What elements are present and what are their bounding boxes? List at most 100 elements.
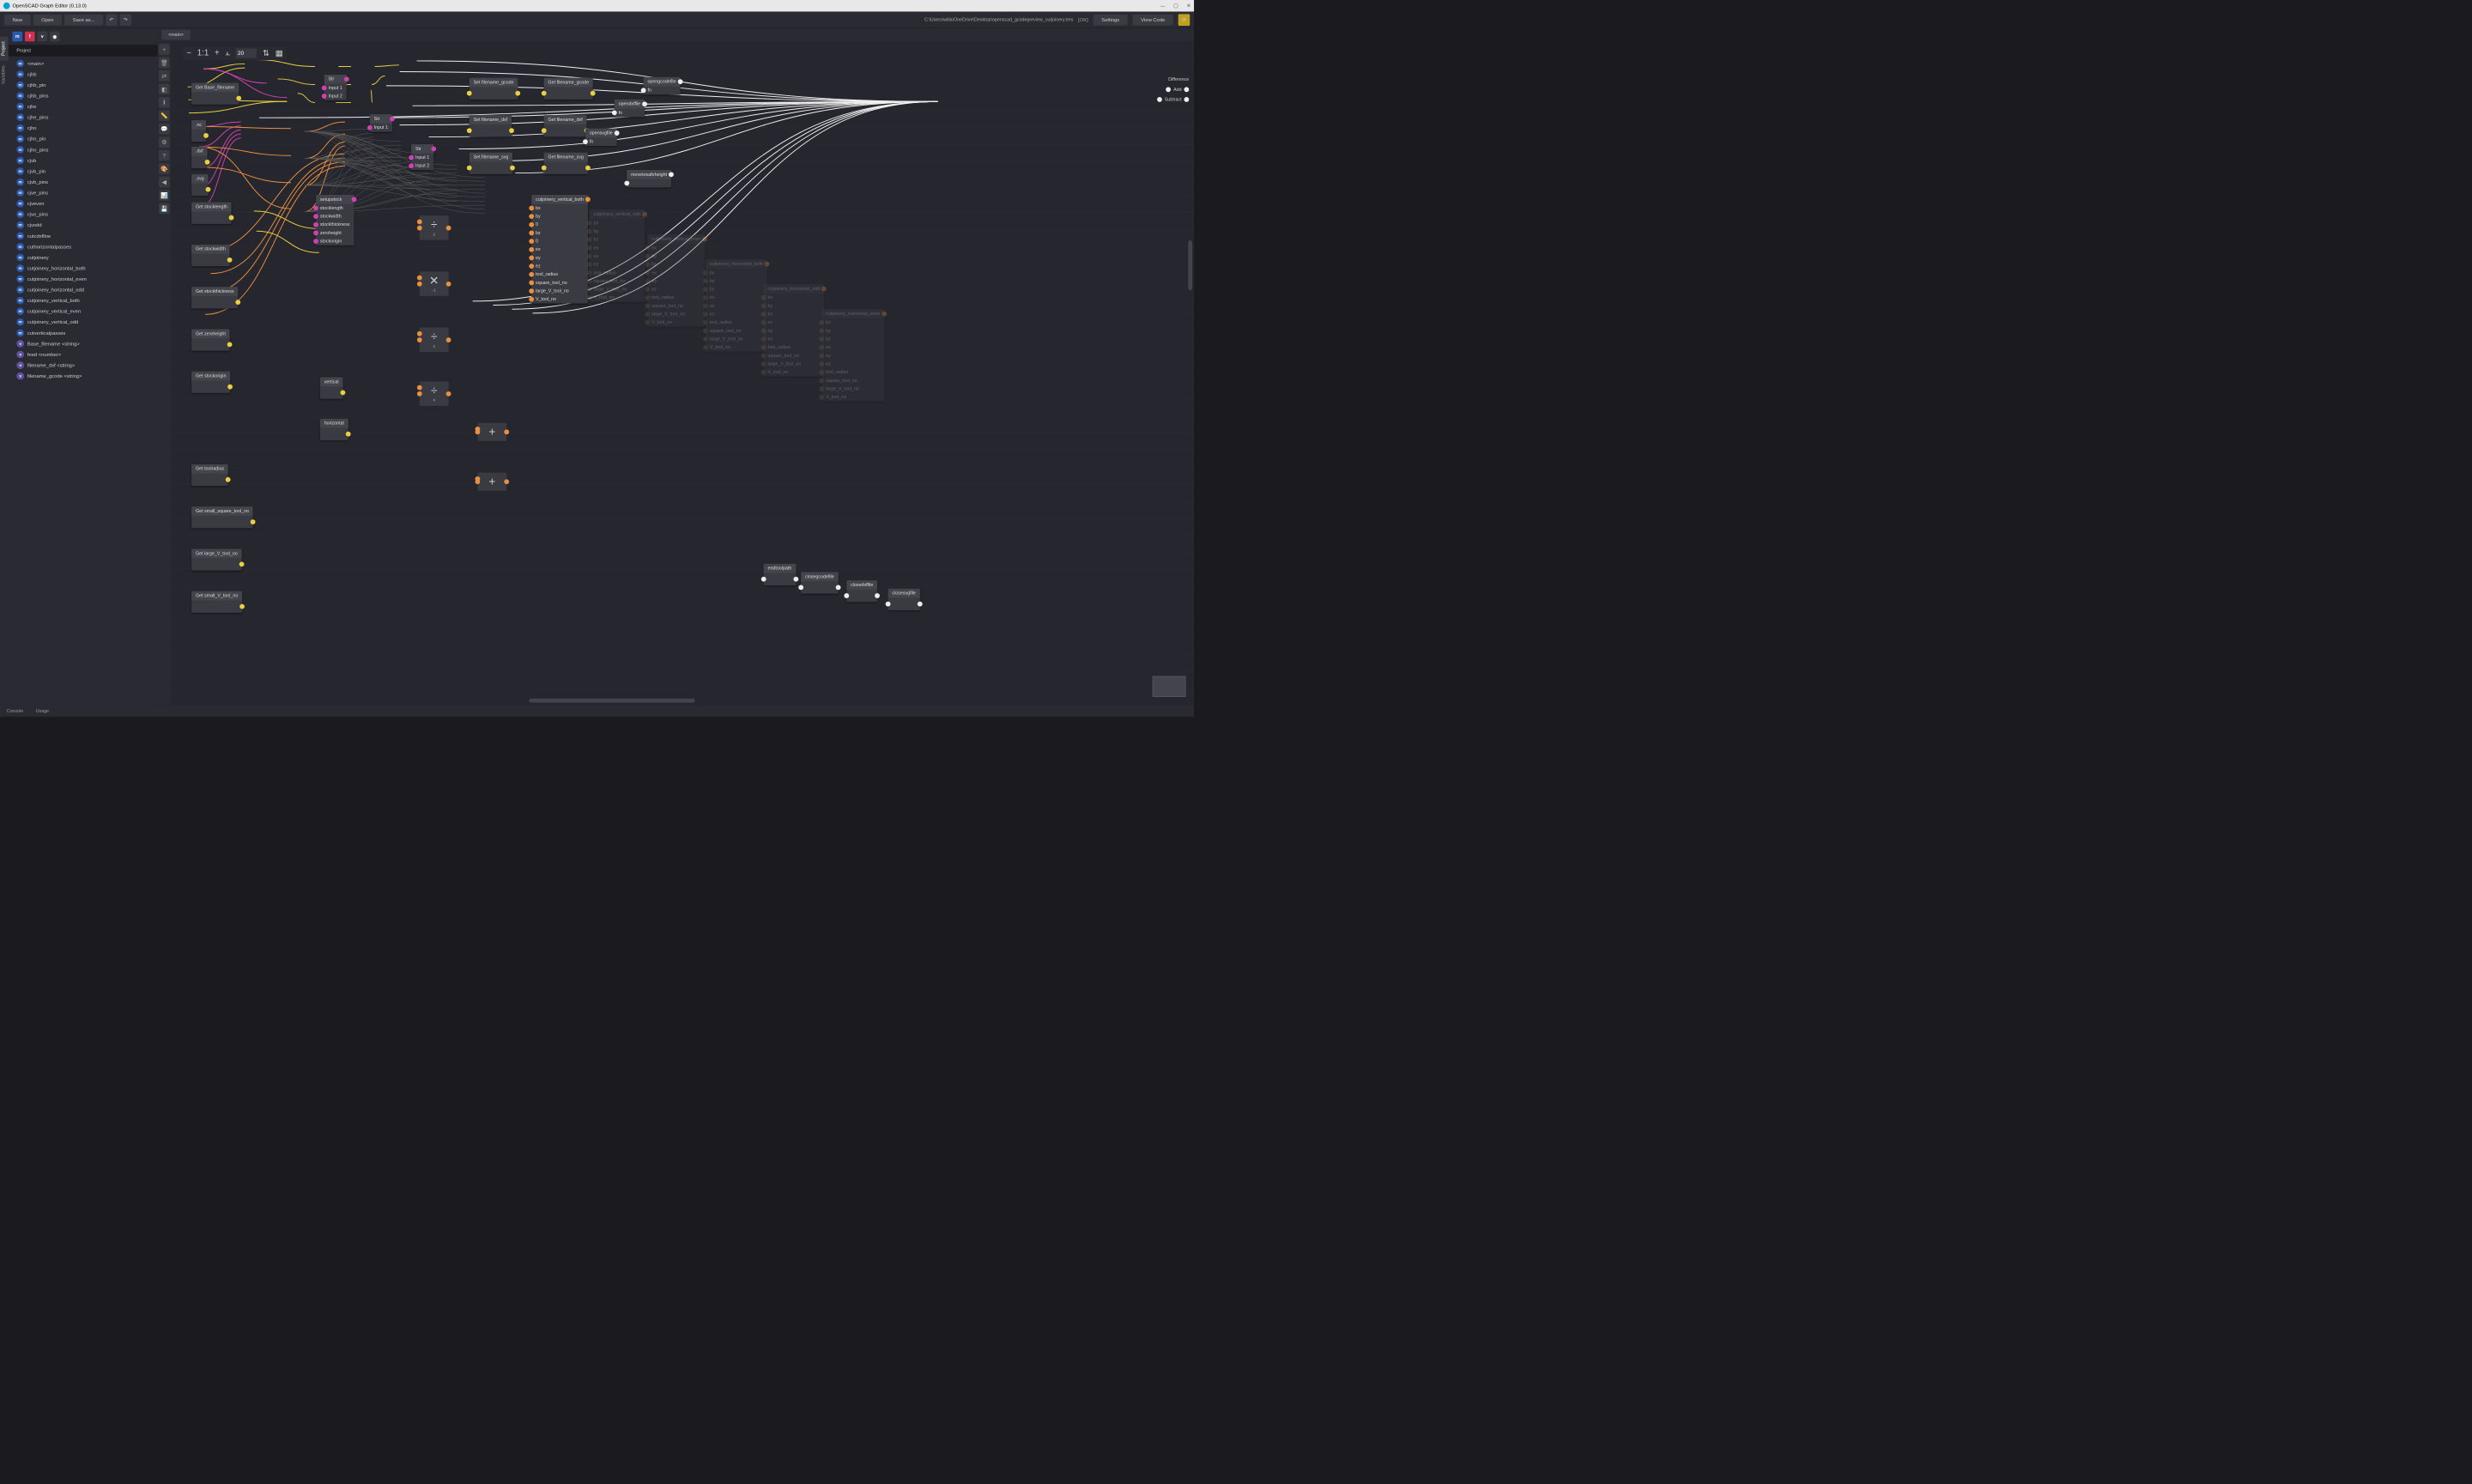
- port[interactable]: [504, 479, 509, 484]
- port[interactable]: [624, 181, 629, 186]
- port[interactable]: [417, 276, 422, 281]
- port[interactable]: [239, 561, 245, 566]
- tree-item[interactable]: mcjhe: [9, 101, 158, 112]
- port[interactable]: [645, 287, 651, 292]
- port[interactable]: [703, 304, 708, 309]
- port[interactable]: [417, 331, 422, 336]
- port[interactable]: [761, 354, 766, 359]
- port[interactable]: [645, 295, 651, 300]
- port[interactable]: [821, 287, 827, 292]
- port[interactable]: [504, 429, 509, 434]
- port[interactable]: [417, 226, 422, 231]
- port[interactable]: [798, 585, 803, 591]
- port[interactable]: [765, 262, 770, 267]
- save-icon[interactable]: 💾: [159, 203, 170, 215]
- port[interactable]: [529, 239, 534, 244]
- graph-canvas[interactable]: − 1:1 + ⫠ ⇅ ▦ Difference Add Subtract Ge: [171, 41, 1194, 705]
- graph-node[interactable]: StrInput 1Input 2: [411, 144, 433, 170]
- graph-node[interactable]: Get zeroheight: [191, 330, 230, 351]
- port[interactable]: [819, 395, 824, 400]
- graph-node[interactable]: opensvgfilefn: [585, 129, 617, 146]
- port[interactable]: [761, 370, 766, 375]
- tree-item[interactable]: mcutjoinery_horizontal_even: [9, 274, 158, 285]
- port[interactable]: [236, 96, 241, 101]
- tree-item[interactable]: mcjho: [9, 123, 158, 134]
- undo-button[interactable]: ↶: [106, 14, 118, 26]
- op-node[interactable]: ÷2: [420, 328, 449, 352]
- port[interactable]: [645, 304, 651, 309]
- project-tab[interactable]: Project: [0, 37, 9, 61]
- graph-node[interactable]: Get stockthickness: [191, 287, 238, 308]
- graph-node[interactable]: StrInput 1: [370, 114, 392, 131]
- port[interactable]: [409, 155, 414, 161]
- graph-node[interactable]: horizontal: [320, 419, 348, 440]
- help-icon[interactable]: ?: [159, 150, 170, 161]
- tree-item[interactable]: m<main>: [9, 58, 158, 70]
- tree-item[interactable]: mcjveven: [9, 198, 158, 209]
- port[interactable]: [585, 166, 591, 171]
- op-node[interactable]: ÷2: [420, 215, 449, 239]
- zoom-fit-icon[interactable]: 1:1: [197, 49, 209, 58]
- port[interactable]: [322, 94, 327, 99]
- saveas-button[interactable]: Save as...: [64, 15, 103, 26]
- port[interactable]: [819, 354, 824, 359]
- port[interactable]: [417, 282, 422, 287]
- port[interactable]: [587, 221, 592, 226]
- graph-node[interactable]: closedxffile: [846, 580, 877, 602]
- port[interactable]: [819, 329, 824, 334]
- port[interactable]: [703, 295, 708, 300]
- port[interactable]: [529, 231, 534, 236]
- port[interactable]: [703, 336, 708, 342]
- align-icon[interactable]: ⇄: [159, 70, 170, 82]
- tree-item[interactable]: vfilename_dxf <string>: [9, 360, 158, 371]
- port[interactable]: [229, 215, 234, 221]
- port[interactable]: [836, 585, 841, 591]
- port[interactable]: [313, 239, 318, 244]
- tree-item[interactable]: mcjve_pins: [9, 187, 158, 198]
- port[interactable]: [529, 263, 534, 269]
- port[interactable]: [340, 391, 345, 396]
- port[interactable]: [446, 226, 451, 231]
- graph-node[interactable]: cutjoinery_horizontal_bothbxbybzexeyezto…: [706, 259, 767, 351]
- minimize-icon[interactable]: —: [1160, 3, 1166, 9]
- port[interactable]: [677, 79, 682, 84]
- graph-node[interactable]: vertical: [320, 378, 342, 399]
- port[interactable]: [390, 117, 395, 122]
- port[interactable]: [346, 432, 351, 437]
- port[interactable]: [417, 337, 422, 342]
- port[interactable]: [529, 206, 534, 211]
- port[interactable]: [587, 270, 592, 276]
- port[interactable]: [703, 279, 708, 284]
- stepper-icon[interactable]: ⇅: [263, 48, 270, 58]
- tree-item[interactable]: mcjvo_pins: [9, 209, 158, 220]
- port[interactable]: [515, 91, 520, 96]
- port[interactable]: [344, 76, 349, 82]
- graph-node[interactable]: Get filename_dxf: [544, 115, 587, 136]
- port[interactable]: [467, 166, 472, 171]
- port[interactable]: [529, 288, 534, 294]
- port[interactable]: [761, 329, 766, 334]
- scrollbar-h[interactable]: [529, 699, 694, 703]
- op-node[interactable]: ÷4: [420, 381, 449, 405]
- port[interactable]: [761, 577, 766, 582]
- port[interactable]: [529, 281, 534, 286]
- port[interactable]: [641, 88, 646, 93]
- minimap[interactable]: [1153, 676, 1186, 697]
- port[interactable]: [645, 245, 651, 251]
- refresh-button[interactable]: ⟳: [1178, 14, 1191, 26]
- port[interactable]: [761, 295, 766, 300]
- port[interactable]: [313, 222, 318, 227]
- graph-node[interactable]: Set filename_dxf: [470, 115, 512, 136]
- port[interactable]: [591, 91, 596, 96]
- tree-item[interactable]: mcjhb_pin: [9, 80, 158, 91]
- port[interactable]: [703, 329, 708, 334]
- port[interactable]: [351, 197, 356, 202]
- port[interactable]: [645, 254, 651, 259]
- port[interactable]: [703, 345, 708, 350]
- port[interactable]: [819, 370, 824, 375]
- port[interactable]: [819, 378, 824, 383]
- port[interactable]: [476, 429, 481, 434]
- port[interactable]: [542, 91, 547, 96]
- port[interactable]: [227, 385, 233, 390]
- port[interactable]: [587, 262, 592, 267]
